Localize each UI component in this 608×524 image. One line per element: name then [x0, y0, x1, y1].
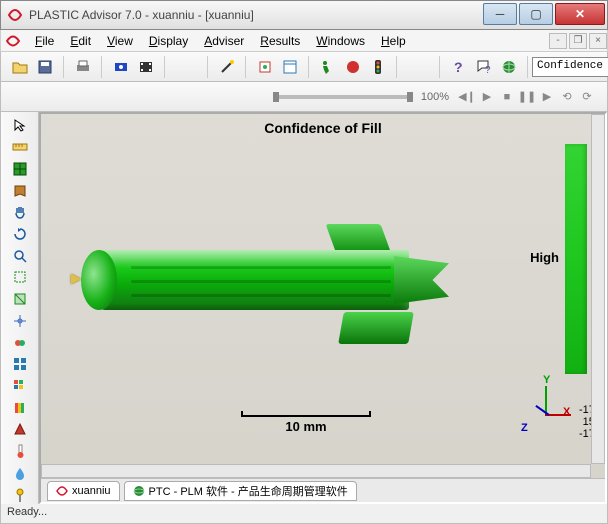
- axis-x-label: X: [563, 406, 570, 418]
- viewport-hscroll[interactable]: [41, 464, 591, 478]
- gate-button[interactable]: [254, 56, 276, 78]
- menu-edit[interactable]: Edit: [62, 32, 99, 50]
- tab-web[interactable]: PTC - PLM 软件 - 产品生命周期管理软件: [124, 481, 357, 501]
- color-legend: [565, 144, 587, 374]
- pointer-tool[interactable]: [9, 116, 31, 135]
- whatsthis-button[interactable]: ?: [473, 56, 495, 78]
- svg-text:?: ?: [454, 59, 463, 75]
- result-title: Confidence of Fill: [41, 114, 605, 136]
- mesh-tool[interactable]: [9, 159, 31, 178]
- droplet-tool[interactable]: [9, 464, 31, 483]
- menu-bar: File Edit View Display Adviser Results W…: [0, 30, 608, 52]
- pan-tool[interactable]: [9, 203, 31, 222]
- viewport-container: Confidence of Fill High 10 mm: [39, 112, 607, 504]
- stop-button[interactable]: ■: [497, 88, 517, 106]
- loop-button[interactable]: ⟲: [557, 88, 577, 106]
- record-button[interactable]: [110, 56, 132, 78]
- animation-toolbar: 100% ◀❙ ▶ ■ ❚❚ ▶ ⟲ ⟳: [0, 82, 608, 112]
- legend-tool[interactable]: [9, 398, 31, 417]
- globe-icon: [133, 485, 145, 497]
- menu-view[interactable]: View: [99, 32, 141, 50]
- title-bar: PLASTIC Advisor 7.0 - xuanniu - [xuanniu…: [0, 0, 608, 30]
- minimize-button[interactable]: ─: [483, 3, 517, 25]
- mdi-app-icon: [5, 33, 21, 49]
- step-fwd-button[interactable]: ▶: [537, 88, 557, 106]
- tab-model[interactable]: xuanniu: [47, 481, 120, 501]
- traffic-light-button[interactable]: [367, 56, 389, 78]
- center-tool[interactable]: [9, 311, 31, 330]
- compare-tool[interactable]: [9, 333, 31, 352]
- close-button[interactable]: ✕: [555, 3, 605, 25]
- status-bar: Ready...: [0, 504, 608, 524]
- mdi-restore-button[interactable]: ❐: [569, 33, 587, 49]
- mdi-close-button[interactable]: ×: [589, 33, 607, 49]
- menu-results[interactable]: Results: [252, 32, 308, 50]
- pin-tool[interactable]: [9, 485, 31, 504]
- tab-model-label: xuanniu: [72, 485, 111, 497]
- legend-high-label: High: [530, 250, 559, 265]
- main-toolbar: ? ? Confidence of Fil: [0, 52, 608, 82]
- 3d-viewport[interactable]: Confidence of Fill High 10 mm: [41, 114, 605, 478]
- maximize-button[interactable]: ▢: [519, 3, 553, 25]
- palette-tool[interactable]: [9, 377, 31, 396]
- stop-run-button[interactable]: [342, 56, 364, 78]
- ruler-tool[interactable]: [9, 138, 31, 157]
- menu-file[interactable]: File: [27, 32, 62, 50]
- status-text: Ready...: [7, 506, 47, 518]
- side-toolbar: [1, 112, 39, 504]
- rotate-tool[interactable]: [9, 225, 31, 244]
- time-percent: 100%: [421, 91, 449, 103]
- axis-y-label: Y: [543, 374, 550, 386]
- print-button[interactable]: [72, 56, 94, 78]
- swirl-icon: [56, 485, 68, 497]
- window-title: PLASTIC Advisor 7.0 - xuanniu - [xuanniu…: [29, 8, 483, 22]
- window-button[interactable]: [279, 56, 301, 78]
- section-tool[interactable]: [9, 290, 31, 309]
- fourview-tool[interactable]: [9, 355, 31, 374]
- help-button[interactable]: ?: [448, 56, 470, 78]
- document-tabs: xuanniu PTC - PLM 软件 - 产品生命周期管理软件: [41, 478, 605, 502]
- film-button[interactable]: [135, 56, 157, 78]
- loop-fwd-button[interactable]: ⟳: [577, 88, 597, 106]
- wand-button[interactable]: [216, 56, 238, 78]
- run-button[interactable]: [317, 56, 339, 78]
- play-button[interactable]: ▶: [477, 88, 497, 106]
- zoom-region-tool[interactable]: [9, 268, 31, 287]
- menu-help[interactable]: Help: [373, 32, 414, 50]
- thermo-tool[interactable]: [9, 442, 31, 461]
- menu-windows[interactable]: Windows: [308, 32, 373, 50]
- pause-button[interactable]: ❚❚: [517, 88, 537, 106]
- time-slider[interactable]: [273, 95, 413, 99]
- scale-indicator: 10 mm: [241, 411, 371, 434]
- step-back-button[interactable]: ◀❙: [457, 88, 477, 106]
- axis-z-label: Z: [521, 422, 528, 434]
- injection-point-icon: [71, 274, 81, 284]
- save-button[interactable]: [34, 56, 56, 78]
- web-help-button[interactable]: [498, 56, 520, 78]
- axis-triad: Y X Z: [527, 392, 567, 432]
- svg-text:?: ?: [485, 65, 491, 75]
- open-button[interactable]: [9, 56, 31, 78]
- scale-tool[interactable]: [9, 420, 31, 439]
- app-icon: [7, 7, 23, 23]
- mdi-minimize-button[interactable]: -: [549, 33, 567, 49]
- result-selector[interactable]: Confidence of Fil: [532, 57, 608, 77]
- scale-label: 10 mm: [241, 419, 371, 434]
- tab-web-label: PTC - PLM 软件 - 产品生命周期管理软件: [149, 483, 348, 499]
- viewport-vscroll[interactable]: [591, 114, 605, 464]
- menu-display[interactable]: Display: [141, 32, 196, 50]
- book-tool[interactable]: [9, 181, 31, 200]
- zoom-fit-tool[interactable]: [9, 246, 31, 265]
- main-area: Confidence of Fill High 10 mm: [0, 112, 608, 504]
- model-render: [81, 244, 431, 316]
- menu-adviser[interactable]: Adviser: [196, 32, 252, 50]
